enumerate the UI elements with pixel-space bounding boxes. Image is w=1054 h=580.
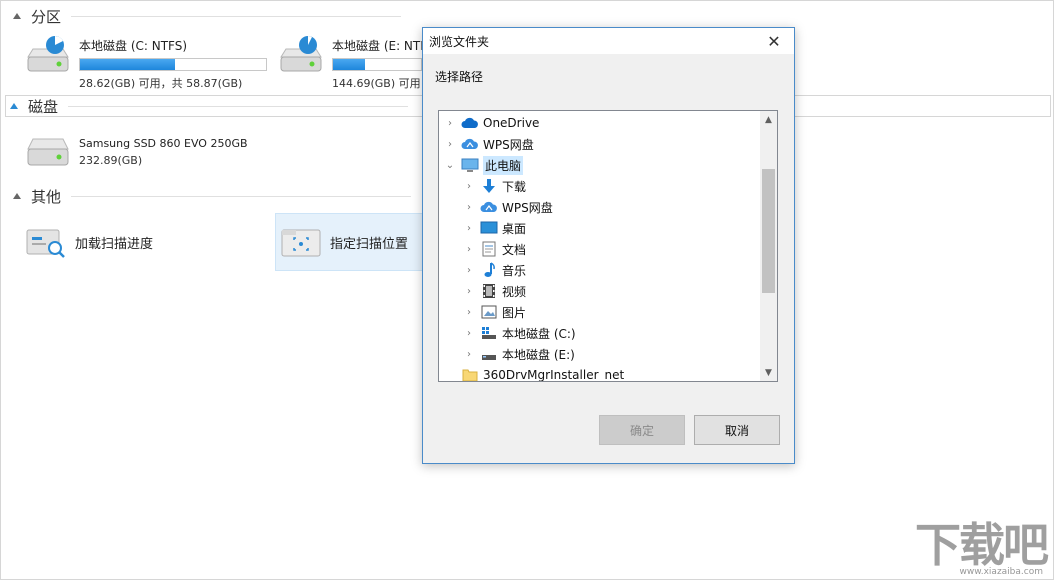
tree-scrollbar[interactable]: ▲ ▼ — [760, 111, 777, 381]
browse-folder-dialog: 浏览文件夹 ✕ 选择路径 › OneDrive › WPS网盘 ⌄ 此电脑 › … — [422, 27, 795, 464]
scroll-thumb[interactable] — [762, 169, 775, 293]
expand-icon — [445, 365, 455, 381]
expand-icon[interactable]: › — [464, 218, 474, 238]
section-other-header[interactable]: 其他 — [9, 185, 412, 207]
expand-icon[interactable]: › — [464, 176, 474, 196]
tree-item-desktop[interactable]: › 桌面 — [464, 218, 526, 238]
collapse-icon[interactable] — [13, 13, 21, 19]
section-other-label: 其他 — [31, 187, 62, 206]
drive-icon — [25, 35, 71, 75]
expand-icon[interactable]: › — [464, 239, 474, 259]
scroll-up-icon[interactable]: ▲ — [760, 111, 777, 128]
tree-item-wps-cloud-2[interactable]: › WPS网盘 — [464, 197, 553, 217]
section-partition-label: 分区 — [31, 7, 62, 26]
watermark-url: www.xiazaiba.com — [959, 567, 1043, 577]
ok-button[interactable]: 确定 — [599, 415, 685, 445]
section-partition-header[interactable]: 分区 — [9, 5, 402, 27]
dialog-title: 浏览文件夹 — [429, 34, 490, 49]
close-icon[interactable]: ✕ — [754, 28, 794, 54]
load-scan-progress-label: 加载扫描进度 — [75, 236, 154, 252]
collapse-icon[interactable] — [13, 193, 21, 199]
tree-item-drive-e[interactable]: › 本地磁盘 (E:) — [464, 344, 575, 364]
video-icon — [480, 283, 498, 299]
partition-item-c[interactable]: 本地磁盘 (C: NTFS) 28.62(GB) 可用，共 58.87(GB) — [25, 35, 267, 91]
app-window: 分区 本地磁盘 (C: NTFS) 28.62(GB) 可用，共 58.87(G… — [0, 0, 1054, 580]
expand-icon[interactable]: › — [445, 134, 455, 154]
tree-item-wps-cloud[interactable]: › WPS网盘 — [445, 134, 534, 154]
desktop-icon — [480, 220, 498, 236]
section-divider — [68, 105, 409, 107]
music-icon — [480, 262, 498, 278]
drive-icon — [480, 346, 498, 362]
disk-size: 232.89(GB) — [79, 154, 143, 167]
scan-location-icon — [280, 224, 322, 260]
specify-scan-location-label: 指定扫描位置 — [330, 236, 409, 252]
hard-disk-icon — [25, 135, 71, 175]
tree-item-pictures[interactable]: › 图片 — [464, 302, 526, 322]
watermark-logo: 下载吧 — [915, 518, 1049, 572]
expand-icon[interactable]: › — [464, 281, 474, 301]
cancel-button[interactable]: 取消 — [694, 415, 780, 445]
folder-tree[interactable]: › OneDrive › WPS网盘 ⌄ 此电脑 › 下载 › WPS网盘 › … — [438, 110, 778, 382]
collapse-icon[interactable]: ⌄ — [445, 155, 455, 175]
scan-progress-icon — [25, 224, 67, 260]
dialog-prompt: 选择路径 — [435, 70, 484, 84]
section-disk-label: 磁盘 — [28, 97, 59, 116]
disk-item[interactable]: Samsung SSD 860 EVO 250GB 232.89(GB) — [25, 135, 248, 175]
expand-icon[interactable]: › — [464, 197, 474, 217]
partition-usage: 144.69(GB) 可用， — [332, 77, 432, 90]
specify-scan-location-button[interactable]: 指定扫描位置 — [275, 213, 425, 271]
tree-item-onedrive[interactable]: › OneDrive — [445, 113, 539, 133]
partition-name: 本地磁盘 (C: NTFS) — [79, 39, 188, 53]
drive-c-icon — [480, 325, 498, 341]
tree-item-videos[interactable]: › 视频 — [464, 281, 526, 301]
tree-item-drive-c[interactable]: › 本地磁盘 (C:) — [464, 323, 576, 343]
download-icon — [480, 178, 498, 194]
tree-item-downloads[interactable]: › 下载 — [464, 176, 526, 196]
partition-name: 本地磁盘 (E: NTF — [332, 39, 428, 53]
usage-bar — [79, 58, 267, 71]
scroll-down-icon[interactable]: ▼ — [760, 364, 777, 381]
expand-icon[interactable]: › — [464, 323, 474, 343]
partition-usage: 28.62(GB) 可用，共 58.87(GB) — [79, 77, 243, 90]
usage-bar — [332, 58, 422, 71]
collapse-icon[interactable] — [10, 103, 18, 109]
folder-icon — [461, 367, 479, 381]
expand-icon[interactable]: › — [445, 113, 455, 133]
tree-item-documents[interactable]: › 文档 — [464, 239, 526, 259]
expand-icon[interactable]: › — [464, 302, 474, 322]
wps-cloud-icon — [461, 136, 479, 152]
dialog-titlebar[interactable]: 浏览文件夹 ✕ — [423, 28, 794, 54]
cloud-icon — [461, 115, 479, 131]
section-divider — [71, 195, 412, 197]
expand-icon[interactable]: › — [464, 344, 474, 364]
picture-icon — [480, 304, 498, 320]
tree-item-music[interactable]: › 音乐 — [464, 260, 526, 280]
drive-icon — [278, 35, 324, 75]
expand-icon[interactable]: › — [464, 260, 474, 280]
tree-item-folder[interactable]: 360DrvMgrInstaller_net — [445, 365, 624, 381]
document-icon — [480, 241, 498, 257]
disk-name: Samsung SSD 860 EVO 250GB — [79, 137, 248, 150]
computer-icon — [461, 157, 479, 173]
section-divider — [71, 15, 402, 17]
partition-item-e[interactable]: 本地磁盘 (E: NTF 144.69(GB) 可用， — [278, 35, 432, 91]
load-scan-progress-button[interactable]: 加载扫描进度 — [1, 213, 251, 271]
wps-cloud-icon — [480, 199, 498, 215]
tree-item-this-pc[interactable]: ⌄ 此电脑 — [445, 155, 524, 175]
